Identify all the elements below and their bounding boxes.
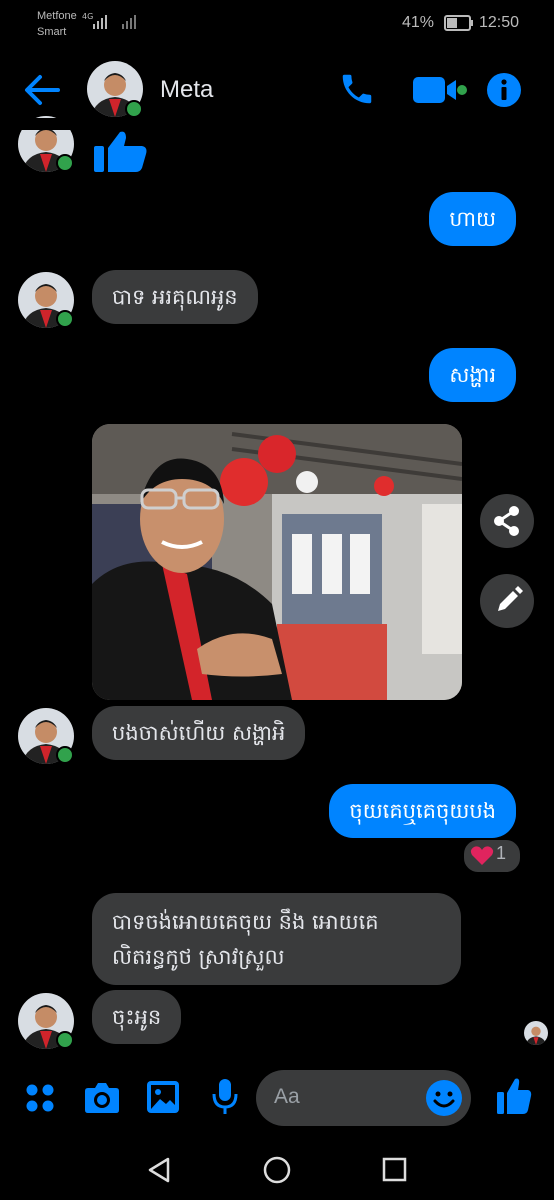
online-indicator [125, 100, 143, 118]
info-icon[interactable] [486, 72, 522, 108]
reaction-count: 1 [496, 843, 507, 863]
phone-icon[interactable] [338, 70, 376, 108]
message-input-placeholder: Aa [274, 1085, 300, 1108]
pencil-icon [498, 586, 523, 611]
online-indicator [56, 746, 74, 764]
thumbs-up-icon[interactable] [92, 130, 148, 174]
seen-avatar [524, 1021, 548, 1045]
online-indicator [56, 1031, 74, 1049]
apps-icon[interactable] [24, 1082, 56, 1114]
message-outgoing[interactable]: សង្ហារ [429, 348, 516, 402]
carrier-name-line2: Smart [37, 26, 67, 38]
nav-recents-icon[interactable] [382, 1157, 408, 1183]
battery-percent: 41% [402, 14, 435, 31]
share-button[interactable] [480, 494, 534, 548]
back-arrow-icon[interactable] [22, 72, 62, 108]
signal-icon [93, 15, 107, 29]
message-line: បាទចង់អោយគេចុយ នឹង អោយគេ [112, 910, 379, 934]
message-incoming[interactable]: បងចាស់ហើយ សង្ហាអិ [92, 706, 306, 760]
camera-icon[interactable] [84, 1080, 120, 1114]
nav-home-icon[interactable] [263, 1156, 291, 1184]
contact-name[interactable]: Meta [160, 76, 213, 104]
message-incoming[interactable]: បាទ អរគុណអូន [92, 270, 258, 324]
message-line: លិតរន្ធកូថ ស្រាវស្រួល [112, 945, 285, 969]
gallery-icon[interactable] [146, 1080, 180, 1114]
thumbs-up-icon[interactable] [496, 1077, 532, 1115]
message-outgoing[interactable]: ចុយគេឬគេចុយបង [329, 784, 516, 838]
share-icon [494, 506, 519, 536]
online-indicator [56, 154, 74, 172]
message-outgoing[interactable]: ហាយ [429, 192, 516, 246]
edit-button[interactable] [480, 574, 534, 628]
nav-back-icon[interactable] [146, 1156, 172, 1184]
shared-photo[interactable] [92, 424, 462, 700]
emoji-icon[interactable] [425, 1079, 463, 1117]
online-indicator [56, 310, 74, 328]
reaction-badge[interactable] [462, 838, 522, 874]
video-camera-icon[interactable] [412, 74, 468, 106]
battery-icon [444, 15, 473, 31]
message-incoming-multiline[interactable]: បាទចង់អោយគេចុយ នឹង អោយគេ លិតរន្ធកូថ ស្រា… [92, 893, 461, 985]
heart-icon [470, 846, 494, 865]
signal-icon-2 [122, 15, 136, 29]
carrier-name: Metfone [37, 10, 77, 22]
message-incoming[interactable]: ចុះអូន [92, 990, 182, 1044]
clock: 12:50 [479, 14, 520, 31]
microphone-icon[interactable] [211, 1078, 239, 1116]
